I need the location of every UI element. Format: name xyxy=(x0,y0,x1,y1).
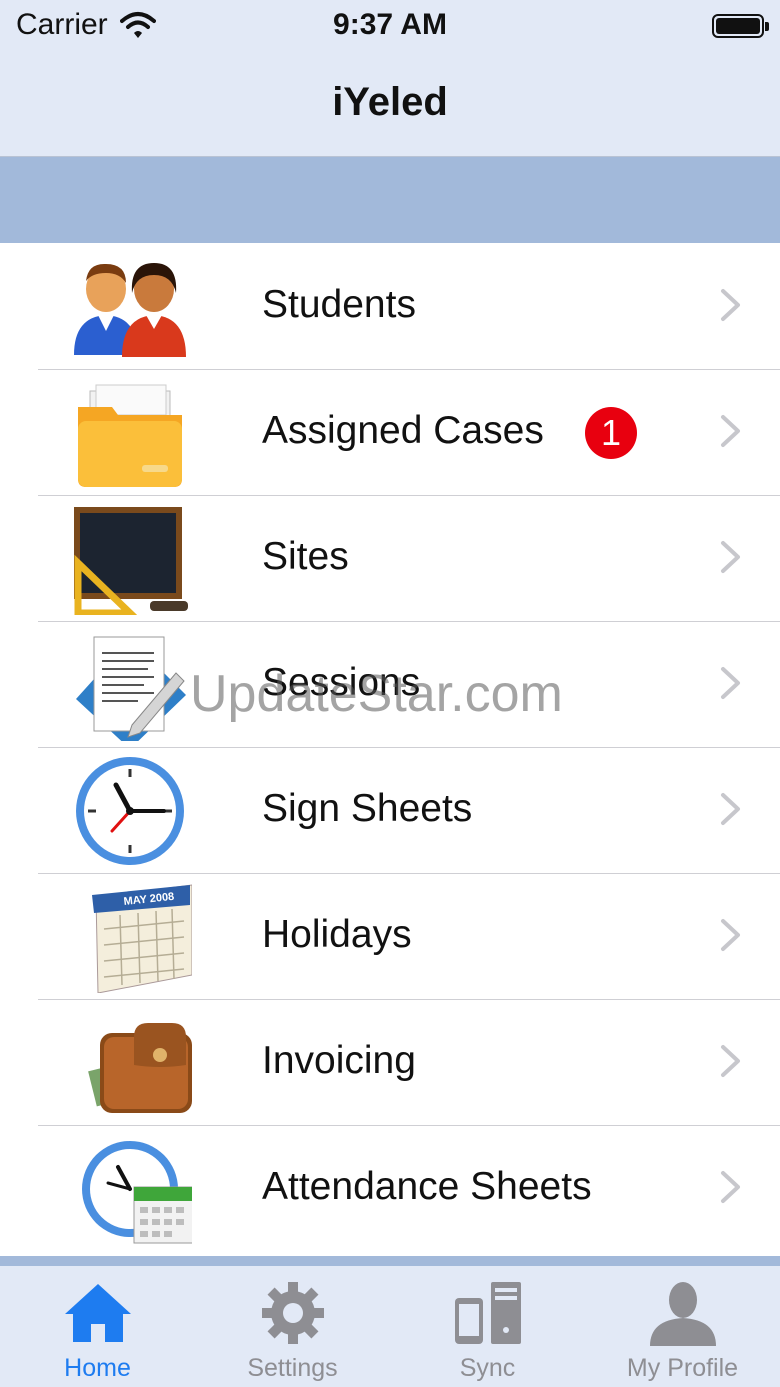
menu-item-sign-sheets[interactable]: Sign Sheets xyxy=(0,747,780,874)
chevron-right-icon xyxy=(721,289,740,321)
tab-my-profile[interactable]: My Profile xyxy=(585,1266,780,1387)
menu-item-sessions[interactable]: Sessions xyxy=(0,621,780,748)
wallet-icon xyxy=(88,1023,192,1113)
chevron-right-icon xyxy=(721,793,740,825)
status-time: 9:37 AM xyxy=(333,8,447,41)
chevron-right-icon xyxy=(721,541,740,573)
menu-item-label: Sites xyxy=(262,535,349,578)
menu-item-assigned-cases[interactable]: Assigned Cases 1 xyxy=(0,369,780,496)
chevron-right-icon xyxy=(721,1171,740,1203)
chevron-right-icon xyxy=(721,1045,740,1077)
profile-icon xyxy=(649,1282,716,1346)
battery-icon xyxy=(712,14,769,38)
menu-item-label: Invoicing xyxy=(262,1039,416,1082)
tab-bar: Home Settings Sync My Profile xyxy=(0,1256,780,1387)
menu-list: Students Assigned Cases 1 Sites Sessions… xyxy=(0,243,780,1256)
menu-item-label: Sessions xyxy=(262,661,421,704)
home-icon xyxy=(64,1284,131,1342)
clock-calendar-icon xyxy=(82,1141,192,1244)
page-title: iYeled xyxy=(332,80,448,124)
tab-sync[interactable]: Sync xyxy=(390,1266,585,1387)
tab-label: Sync xyxy=(459,1354,516,1382)
menu-item-label: Holidays xyxy=(262,913,412,956)
menu-item-label: Attendance Sheets xyxy=(262,1165,592,1208)
header-band xyxy=(0,157,780,243)
navigation-bar: iYeled xyxy=(0,58,780,157)
menu-item-sites[interactable]: Sites xyxy=(0,495,780,622)
gear-icon xyxy=(261,1282,324,1344)
menu-item-holidays[interactable]: MAY 2008 Holidays xyxy=(0,873,780,1000)
tab-label: Settings xyxy=(247,1354,338,1382)
menu-item-label: Assigned Cases xyxy=(262,409,544,452)
tab-label: My Profile xyxy=(626,1354,739,1382)
menu-item-label: Students xyxy=(262,283,416,326)
menu-item-students[interactable]: Students xyxy=(0,243,780,370)
status-bar: Carrier 9:37 AM xyxy=(0,0,780,58)
chevron-right-icon xyxy=(721,667,740,699)
students-icon xyxy=(74,263,186,357)
chevron-right-icon xyxy=(721,415,740,447)
tab-label: Home xyxy=(64,1354,131,1382)
menu-item-label: Sign Sheets xyxy=(262,787,473,830)
tab-home[interactable]: Home xyxy=(0,1266,195,1387)
clock-icon xyxy=(76,757,184,865)
chevron-right-icon xyxy=(721,919,740,951)
folder-icon xyxy=(78,384,182,487)
chalkboard-icon xyxy=(74,507,188,615)
menu-item-invoicing[interactable]: Invoicing xyxy=(0,999,780,1126)
document-pen-icon xyxy=(76,636,186,741)
notification-badge: 1 xyxy=(585,407,637,459)
menu-item-attendance-sheets[interactable]: Attendance Sheets xyxy=(0,1125,780,1251)
sync-devices-icon xyxy=(454,1282,521,1344)
calendar-icon: MAY 2008 xyxy=(92,884,192,993)
tab-settings[interactable]: Settings xyxy=(195,1266,390,1387)
